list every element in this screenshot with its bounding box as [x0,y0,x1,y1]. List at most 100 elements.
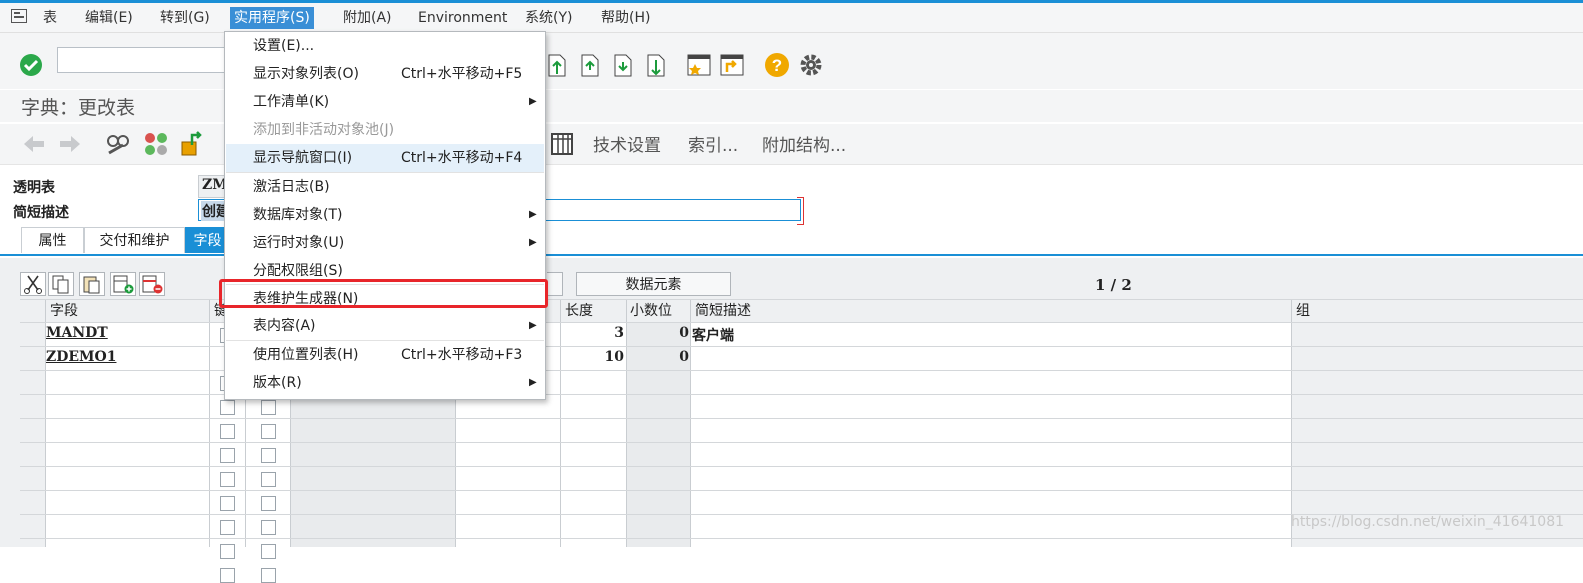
row-2-length[interactable]: 10 [560,349,624,365]
command-field[interactable] [57,47,237,73]
menubar: 表 编辑(E) 转到(G) 实用程序(S) 附加(A) Environment … [0,3,1583,33]
key-checkbox[interactable] [220,400,235,415]
transparent-table-label: 透明表 [13,180,55,196]
row-1-description[interactable]: 客户端 [692,325,734,345]
initial-value-checkbox[interactable] [261,448,276,463]
menu-table[interactable]: 表 [39,7,61,29]
grid-line [20,418,1583,419]
table-grid-icon[interactable] [551,133,573,159]
key-checkbox[interactable] [220,496,235,511]
page-counter: 1 / 2 [1095,276,1132,294]
menu-item-shortcut: Ctrl+水平移动+F3 [401,347,523,363]
predefined-type-button-edge[interactable] [547,272,563,296]
initial-value-checkbox[interactable] [261,472,276,487]
initial-value-checkbox[interactable] [261,496,276,511]
key-checkbox[interactable] [220,568,235,583]
row-1-decimals[interactable]: 0 [626,325,689,341]
col-header-short-description[interactable]: 简短描述 [695,300,751,322]
menu-item-11[interactable]: 使用位置列表(H) [253,342,358,368]
display-change-icon[interactable] [105,131,131,161]
paste-icon[interactable] [79,272,105,300]
row-2-decimals[interactable]: 0 [626,349,689,365]
menu-item-5[interactable]: 激活日志(B) [253,174,330,200]
menu-item-4[interactable]: 显示导航窗口(I) [253,145,352,171]
menu-item-0[interactable]: 设置(E)... [253,33,314,59]
menu-icon[interactable] [11,9,27,23]
menu-item-shortcut: Ctrl+水平移动+F4 [401,150,523,166]
col-header-length[interactable]: 长度 [565,300,593,322]
grid-line [209,300,210,547]
menu-item-1[interactable]: 显示对象列表(O) [253,61,359,87]
col-header-group[interactable]: 组 [1296,300,1310,322]
grid-line [20,538,1583,539]
grid-line [20,490,1583,491]
menu-system[interactable]: 系统(Y) [521,7,576,29]
page-title: 字典：更改表 [21,97,136,119]
utilities-dropdown-menu: 设置(E)... 显示对象列表(O) Ctrl+水平移动+F5 工作清单(K) ▶ 添加到… [224,31,546,400]
create-session-icon[interactable] [686,52,712,82]
help-icon[interactable]: ? [764,52,790,82]
key-checkbox[interactable] [220,448,235,463]
key-checkbox[interactable] [220,424,235,439]
grid-line [690,300,691,547]
menu-separator [226,340,544,341]
activate-icon[interactable] [143,131,169,161]
menu-item-6[interactable]: 数据库对象(T) [253,202,342,228]
submenu-arrow-icon: ▶ [529,377,537,388]
menu-extras[interactable]: 附加(A) [339,7,396,29]
key-checkbox[interactable] [220,544,235,559]
initial-value-checkbox[interactable] [261,568,276,583]
initial-value-checkbox[interactable] [261,520,276,535]
tab-attributes[interactable]: 属性 [21,227,84,253]
menu-item-10[interactable]: 表内容(A) [253,313,316,339]
menu-goto[interactable]: 转到(G) [156,7,214,29]
shortcut-icon[interactable] [719,52,745,82]
initial-value-checkbox[interactable] [261,400,276,415]
grid-line [20,466,1583,467]
next-page-icon[interactable] [612,52,634,82]
settings-gear-icon[interactable] [798,52,824,82]
short-description-label: 简短描述 [13,205,69,221]
previous-page-icon[interactable] [579,52,601,82]
submenu-arrow-icon: ▶ [529,96,537,107]
submenu-arrow-icon: ▶ [529,209,537,220]
forward-arrow-icon[interactable] [58,134,82,158]
index-button[interactable]: 索引... [688,131,738,156]
cut-icon[interactable] [20,272,46,300]
delete-row-icon[interactable] [139,272,165,300]
menu-help[interactable]: 帮助(H) [597,7,654,29]
initial-value-checkbox[interactable] [261,424,276,439]
enter-check-icon[interactable] [19,53,43,81]
menu-separator [226,172,544,173]
col-header-decimals[interactable]: 小数位 [630,300,672,322]
tab-delivery-maintenance[interactable]: 交付和维护 [84,227,185,253]
menu-item-7[interactable]: 运行时对象(U) [253,230,344,256]
row-1-length[interactable]: 3 [560,325,624,341]
menu-environment[interactable]: Environment [414,7,511,29]
col-header-field[interactable]: 字段 [50,300,78,322]
key-checkbox[interactable] [220,520,235,535]
key-checkbox[interactable] [220,472,235,487]
grid-line [20,442,1583,443]
transport-icon[interactable] [180,131,206,161]
technical-settings-button[interactable]: 技术设置 [593,131,661,156]
menu-item-2[interactable]: 工作清单(K) [253,89,329,115]
first-page-icon[interactable] [546,52,568,82]
append-structure-button[interactable]: 附加结构... [762,131,846,156]
submenu-arrow-icon: ▶ [529,320,537,331]
menu-item-12[interactable]: 版本(R) [253,370,302,396]
svg-text:?: ? [772,56,782,75]
submenu-arrow-icon: ▶ [529,237,537,248]
row-2-field[interactable]: ZDEMO1 [46,349,116,365]
insert-row-icon[interactable] [110,272,136,300]
initial-value-checkbox[interactable] [261,544,276,559]
menu-item-shortcut: Ctrl+水平移动+F5 [401,66,523,82]
menu-edit[interactable]: 编辑(E) [81,7,137,29]
watermark: https://blog.csdn.net/weixin_41641081 [1291,514,1565,530]
data-element-button[interactable]: 数据元素 [576,272,731,296]
back-arrow-icon[interactable] [22,134,46,158]
last-page-icon[interactable] [645,52,667,82]
copy-icon[interactable] [48,272,74,300]
menu-utilities[interactable]: 实用程序(S) [230,7,314,29]
row-1-field[interactable]: MANDT [46,325,108,341]
